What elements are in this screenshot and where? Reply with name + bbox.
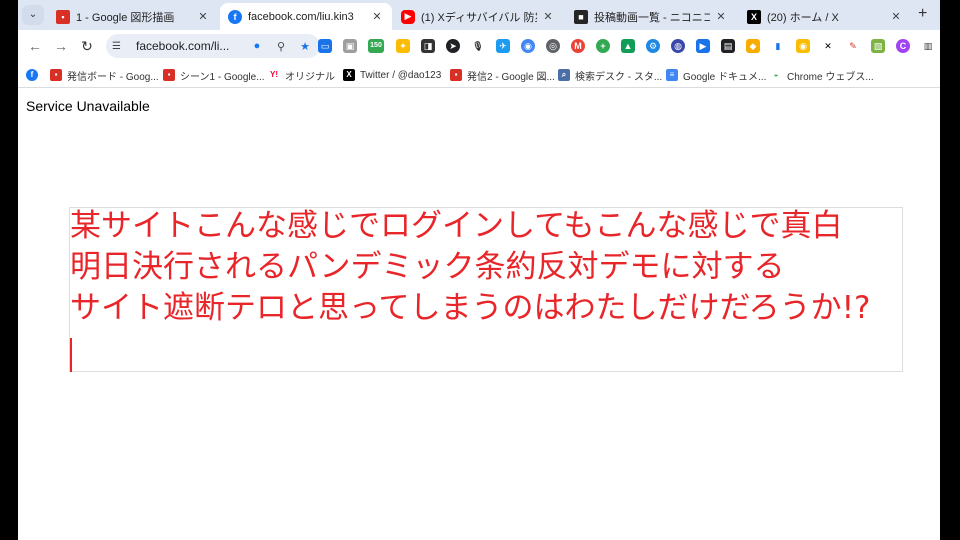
bookmark-label: 発信ボード - Goog... (67, 71, 159, 83)
bookmark-label: オリジナル (285, 71, 335, 83)
service-unavailable-text: Service Unavailable (26, 98, 150, 114)
bookmark-label: Google ドキュメ... (683, 71, 767, 83)
overlay-line: 明日決行されるパンデミック条約反対デモに対する (70, 249, 785, 285)
cast-icon[interactable]: ▭ (318, 39, 332, 53)
globe-icon[interactable]: ◍ (671, 39, 685, 53)
close-icon[interactable]: ✕ (889, 10, 903, 23)
tab-youtube[interactable]: ▶ (1) Xディサバイバル 防災対策 ✕ (393, 3, 563, 30)
tab-search-button[interactable]: ⌄ (22, 5, 44, 25)
mail-icon[interactable]: M (571, 39, 585, 53)
google-drawings-icon: ▪ (163, 69, 175, 81)
toolbar: ← → ↻ ☰ facebook.com/li... ● ⚲ ★ ▭ ▣ 150… (18, 30, 940, 62)
screenshot-icon[interactable]: ▣ (343, 39, 357, 53)
close-icon[interactable]: ✕ (714, 10, 728, 23)
close-icon[interactable]: ✕ (370, 10, 384, 23)
text-caret (70, 338, 72, 372)
drive-icon[interactable]: ▲ (621, 39, 635, 53)
tab-facebook[interactable]: f facebook.com/liu.kin3 ✕ (220, 3, 392, 30)
bookmark-label: 発信2 - Google 図... (467, 71, 555, 83)
tab-strip: ⌄ ▪ 1 - Google 図形描画 ✕ f facebook.com/liu… (18, 0, 940, 30)
google-drawings-icon: ▪ (50, 69, 62, 81)
youtube-icon: ▶ (401, 9, 415, 24)
overlay-line: サイト遮断テロと思ってしまうのはわたしだけだろうか!? (70, 290, 871, 326)
side-panel-icon[interactable]: ▥ (921, 39, 935, 53)
tab-title: 1 - Google 図形描画 (76, 11, 175, 24)
bookmarks-bar: f ▪ 発信ボード - Goog... ▪ シーン1 - Google... Y… (18, 62, 940, 88)
bookmark-star-icon[interactable]: ★ (296, 40, 314, 53)
microphone-icon[interactable]: 🎙 (471, 39, 485, 53)
back-button[interactable]: ← (26, 37, 44, 55)
bookmark-label: Twitter / @dao123 (360, 69, 442, 81)
reload-button[interactable]: ↻ (78, 37, 96, 55)
apps-icon[interactable]: ✦ (396, 39, 410, 53)
page-content: Service Unavailable 某サイトこんな感じでログインしてもこんな… (18, 89, 940, 540)
bookmark-label: 検索デスク - スタ... (575, 71, 663, 83)
chart-icon[interactable]: ▮ (771, 39, 785, 53)
search-desk-icon: ⌕ (558, 69, 570, 81)
bookmark-item[interactable]: ≡ Google ドキュメ... (666, 67, 766, 83)
google-drawings-icon: ▪ (56, 9, 70, 24)
keep-icon[interactable]: ◆ (746, 39, 760, 53)
send-icon[interactable]: ➤ (446, 39, 460, 53)
terminal-icon[interactable]: ▤ (721, 39, 735, 53)
tab-title: (1) Xディサバイバル 防災対策 (421, 11, 537, 24)
google-docs-icon: ≡ (666, 69, 678, 81)
bookmark-item[interactable]: ▪ シーン1 - Google... (163, 67, 265, 83)
picture-in-picture-icon[interactable]: ◨ (421, 39, 435, 53)
facebook-icon[interactable]: ● (248, 40, 266, 52)
url-text: facebook.com/li... (136, 39, 230, 53)
zoom-icon[interactable]: ⚲ (272, 40, 290, 53)
bookmark-item[interactable]: X Twitter / @dao123 (343, 67, 441, 83)
facebook-icon: f (228, 9, 242, 24)
target-icon[interactable]: ◎ (546, 39, 560, 53)
tab-title: 投稿動画一覧 - ニコニコガレージ (594, 11, 710, 24)
bookmark-item[interactable]: ▪ 発信ボード - Goog... (50, 67, 159, 83)
close-icon[interactable]: ✕ (196, 10, 210, 23)
bookmark-facebook[interactable]: f (26, 67, 43, 83)
close-icon[interactable]: ✕ (541, 10, 555, 23)
facebook-icon: f (26, 69, 38, 81)
x-icon[interactable]: ✕ (821, 39, 835, 53)
overlay-text: 某サイトこんな感じでログインしてもこんな感じで真白 明日決行されるパンデミック条… (70, 206, 904, 329)
bookmark-label: シーン1 - Google... (180, 71, 265, 83)
new-tab-button[interactable]: + (918, 5, 927, 23)
bookmark-item[interactable]: Y! オリジナル (268, 67, 335, 83)
overlay-line: 某サイトこんな感じでログインしてもこんな感じで真白 (70, 208, 843, 244)
add-icon[interactable]: + (596, 39, 610, 53)
x-icon: X (747, 9, 761, 24)
niconico-icon: ■ (574, 9, 588, 24)
bookmark-item[interactable]: ⌕ 検索デスク - スタ... (558, 67, 662, 83)
site-info-icon[interactable]: ☰ (112, 41, 126, 52)
google-drawings-icon: ▪ (450, 69, 462, 81)
badge-icon[interactable]: ◉ (796, 39, 810, 53)
bird-icon[interactable]: ✈ (496, 39, 510, 53)
tab-niconico[interactable]: ■ 投稿動画一覧 - ニコニコガレージ ✕ (566, 3, 736, 30)
tab-x-home[interactable]: X (20) ホーム / X ✕ (739, 3, 911, 30)
pen-icon[interactable]: ✎ (846, 39, 860, 53)
text-overlay-box[interactable]: 某サイトこんな感じでログインしてもこんな感じで真白 明日決行されるパンデミック条… (69, 207, 903, 372)
image-icon[interactable]: ▧ (871, 39, 885, 53)
bookmark-label: Chrome ウェブス... (787, 71, 874, 83)
tab-title: facebook.com/liu.kin3 (248, 10, 354, 23)
x-icon: X (343, 69, 355, 81)
tab-google-drawings[interactable]: ▪ 1 - Google 図形描画 ✕ (48, 3, 218, 30)
bookmark-item[interactable]: ▪ 発信2 - Google 図... (450, 67, 555, 83)
bookmark-item[interactable]: ◒ Chrome ウェブス... (770, 67, 874, 83)
chrome-webstore-icon: ◒ (770, 69, 782, 81)
video-icon[interactable]: ▶ (696, 39, 710, 53)
chrome-icon[interactable]: ◉ (521, 39, 535, 53)
settings-icon[interactable]: ⚙ (646, 39, 660, 53)
badge-150-icon[interactable]: 150 (368, 39, 384, 53)
address-bar[interactable]: ☰ facebook.com/li... ● ⚲ ★ (106, 34, 320, 58)
profile-icon[interactable]: C (896, 39, 910, 53)
forward-button[interactable]: → (52, 37, 70, 55)
tab-title: (20) ホーム / X (767, 11, 839, 24)
yahoo-icon: Y! (268, 69, 280, 81)
browser-window: ⌄ ▪ 1 - Google 図形描画 ✕ f facebook.com/liu… (18, 0, 940, 540)
